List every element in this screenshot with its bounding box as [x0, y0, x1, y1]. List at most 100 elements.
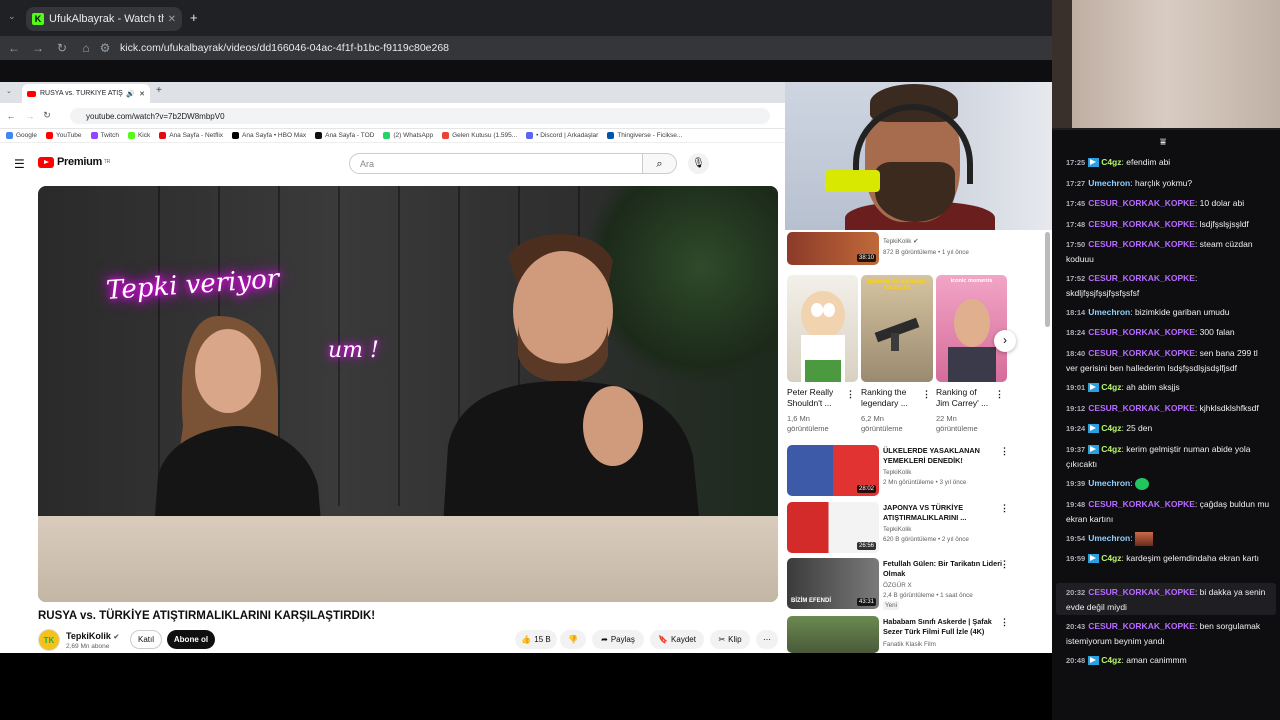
chat-username[interactable]: C4gz — [1101, 423, 1121, 433]
chat-message[interactable]: 17:45 CESUR_KORKAK_KOPKE: 10 dolar abi — [1066, 196, 1271, 211]
chat-username[interactable]: CESUR_KORKAK_KOPKE — [1088, 327, 1195, 337]
inner-tab-list-icon[interactable]: ⌄ — [6, 87, 12, 95]
menu-icon[interactable]: ☰ — [14, 157, 25, 171]
chat-message[interactable]: 18:14 Umechron: bizimkide gariban umudu — [1066, 305, 1271, 320]
video-menu-4-icon[interactable]: ⋮ — [1000, 617, 1009, 628]
video-thumb-4[interactable] — [787, 616, 879, 653]
share-button[interactable]: ➦ Paylaş — [592, 630, 644, 649]
chat-message[interactable]: 19:24 C4gz: 25 den — [1066, 421, 1271, 436]
short-thumb-1[interactable] — [787, 275, 858, 382]
short-title-2[interactable]: Ranking the legendary ... — [861, 387, 919, 409]
chat-scroll-icon[interactable]: ⩸ — [1160, 137, 1166, 148]
chat-message[interactable]: 17:50 CESUR_KORKAK_KOPKE: steam cüzdan ko… — [1066, 237, 1271, 266]
bookmark-item[interactable]: Gelen Kutusu (1.595... — [442, 132, 517, 139]
inner-reload-icon[interactable]: ↻ — [38, 110, 56, 121]
home-icon[interactable]: ⌂ — [74, 41, 98, 55]
video-thumb-3[interactable]: BİZİM EFENDİ 43:31 — [787, 558, 879, 609]
chat-message[interactable]: 19:39 Umechron: — [1066, 476, 1271, 491]
chat-message[interactable]: 20:48 C4gz: aman canimmm — [1066, 653, 1271, 668]
short-menu-3-icon[interactable]: ⋮ — [995, 389, 1004, 400]
channel-avatar[interactable]: TK — [38, 629, 60, 651]
chat-username[interactable]: CESUR_KORKAK_KOPKE — [1088, 403, 1195, 413]
bookmark-item[interactable]: Thingiverse - Ficikse... — [607, 132, 682, 139]
tab-list-icon[interactable]: ⌄ — [8, 11, 16, 22]
dislike-button[interactable]: 👎 — [560, 630, 586, 649]
video-menu-1-icon[interactable]: ⋮ — [1000, 446, 1009, 457]
chat-username[interactable]: CESUR_KORKAK_KOPKE — [1088, 621, 1195, 631]
join-button[interactable]: Katıl — [130, 630, 162, 649]
short-title-3[interactable]: Ranking of Jim Carrey' ... — [936, 387, 992, 409]
new-tab-icon[interactable]: + — [190, 10, 198, 25]
close-tab-icon[interactable]: ✕ — [168, 14, 176, 25]
chat-message[interactable]: 17:48 CESUR_KORKAK_KOPKE: lsdjfşslşjsşldf — [1066, 217, 1271, 232]
youtube-premium-logo[interactable]: Premium TR — [38, 156, 110, 168]
chat-username[interactable]: C4gz — [1101, 553, 1121, 563]
inner-url-field[interactable]: youtube.com/watch?v=7b2DW8mbpV0 — [70, 108, 770, 124]
bookmark-item[interactable]: • Discord | Arkadaşlar — [526, 132, 598, 139]
short-thumb-3[interactable]: iconic moments — [936, 275, 1007, 382]
video-thumb-1[interactable]: 28:02 — [787, 445, 879, 496]
chat-username[interactable]: CESUR_KORKAK_KOPKE — [1088, 587, 1195, 597]
audio-icon[interactable]: 🔊 — [126, 90, 135, 98]
chat-message[interactable]: 19:12 CESUR_KORKAK_KOPKE: kjhklsdklshfksd… — [1066, 401, 1271, 416]
site-info-icon[interactable]: ⚙ — [98, 41, 112, 55]
short-menu-1-icon[interactable]: ⋮ — [846, 389, 855, 400]
chat-message[interactable]: 18:24 CESUR_KORKAK_KOPKE: 300 falan — [1066, 325, 1271, 340]
chat-message[interactable]: 19:01 C4gz: ah abim sksjjs — [1066, 380, 1271, 395]
inner-close-tab-icon[interactable]: ✕ — [139, 90, 145, 98]
chat-message[interactable]: 17:27 Umechron: harçlık yokmu? — [1066, 176, 1271, 191]
bookmark-item[interactable]: Twitch — [90, 132, 119, 139]
outer-tab-kick[interactable]: K UfukAlbayrak - Watch the V ✕ — [26, 7, 182, 31]
chat-username[interactable]: CESUR_KORKAK_KOPKE — [1088, 273, 1195, 283]
chat-username[interactable]: C4gz — [1101, 382, 1121, 392]
bookmark-item[interactable]: Ana Sayfa - TOD — [315, 132, 374, 139]
save-button[interactable]: 🔖 Kaydet — [650, 630, 704, 649]
chat-username[interactable]: CESUR_KORKAK_KOPKE — [1088, 348, 1195, 358]
search-button[interactable]: ⌕ — [643, 153, 677, 174]
forward-icon[interactable]: → — [26, 41, 50, 55]
inner-scrollbar[interactable] — [1045, 232, 1050, 327]
chat-username[interactable]: C4gz — [1101, 655, 1121, 665]
like-button[interactable]: 👍 15 B — [515, 630, 557, 649]
inner-back-icon[interactable]: ← — [0, 111, 22, 121]
inner-forward-icon[interactable]: → — [22, 111, 38, 121]
reload-icon[interactable]: ↻ — [50, 41, 74, 55]
chat-username[interactable]: CESUR_KORKAK_KOPKE — [1088, 239, 1195, 249]
short-menu-2-icon[interactable]: ⋮ — [922, 389, 931, 400]
chat-message[interactable]: 19:37 C4gz: kerim gelmiştir numan abide y… — [1066, 442, 1271, 471]
search-input[interactable]: Ara — [349, 153, 643, 174]
chat-message[interactable]: 18:40 CESUR_KORKAK_KOPKE: sen bana 299 tl… — [1066, 346, 1271, 375]
chat-username[interactable]: C4gz — [1101, 157, 1121, 167]
clip-button[interactable]: ✂ Klip — [710, 630, 750, 649]
chat-username[interactable]: Umechron — [1088, 478, 1130, 488]
bookmark-item[interactable]: Kick — [127, 132, 150, 139]
top-video-thumb[interactable]: 38:10 — [787, 232, 879, 265]
outer-url-field[interactable]: kick.com/ufukalbayrak/videos/dd166046-04… — [120, 42, 449, 54]
more-actions-button[interactable]: ⋯ — [756, 630, 778, 649]
video-menu-3-icon[interactable]: ⋮ — [1000, 559, 1009, 570]
chat-username[interactable]: CESUR_KORKAK_KOPKE — [1088, 219, 1195, 229]
chat-username[interactable]: C4gz — [1101, 444, 1121, 454]
video-title-3[interactable]: Fetullah Gülen: Bir Tarikatın Lideri Olm… — [883, 559, 1003, 579]
chat-message[interactable]: 19:59 C4gz: kardeşim gelemdindaha ekran k… — [1066, 551, 1271, 566]
chat-username[interactable]: Umechron — [1088, 178, 1130, 188]
bookmark-item[interactable]: Ana Sayfa • HBO Max — [232, 132, 306, 139]
chat-username[interactable]: Umechron — [1088, 307, 1130, 317]
chat-username[interactable]: Umechron — [1088, 533, 1130, 543]
back-icon[interactable]: ← — [2, 41, 26, 55]
inner-tab-youtube[interactable]: RUSYA vs. TÜRKİYE ATIŞTIR 🔊 ✕ — [22, 84, 150, 103]
inner-new-tab-icon[interactable]: + — [156, 85, 162, 96]
video-title-2[interactable]: JAPONYA VS TÜRKİYE ATIŞTIRMALIKLARINI ..… — [883, 503, 1003, 523]
chat-username[interactable]: CESUR_KORKAK_KOPKE — [1088, 499, 1195, 509]
subscribe-button[interactable]: Abone ol — [167, 630, 215, 649]
short-thumb-2[interactable]: Ranking the legendary OBJECTS — [861, 275, 933, 382]
shorts-next-button[interactable]: › — [994, 330, 1016, 352]
bookmark-item[interactable]: Google — [6, 132, 37, 139]
chat-message[interactable]: 19:54 Umechron: — [1066, 531, 1271, 546]
chat-message[interactable]: 20:32 CESUR_KORKAK_KOPKE: bi dakka ya sen… — [1066, 585, 1271, 614]
chat-username[interactable]: CESUR_KORKAK_KOPKE — [1088, 198, 1195, 208]
video-thumb-2[interactable]: 26:56 — [787, 502, 879, 553]
channel-name[interactable]: TepkiKolik ✔ — [66, 631, 119, 641]
chat-message[interactable]: 17:52 CESUR_KORKAK_KOPKE: skdljfşsjfşsjfş… — [1066, 271, 1271, 300]
video-title-1[interactable]: ÜLKELERDE YASAKLANAN YEMEKLERİ DENEDİK! — [883, 446, 1003, 466]
